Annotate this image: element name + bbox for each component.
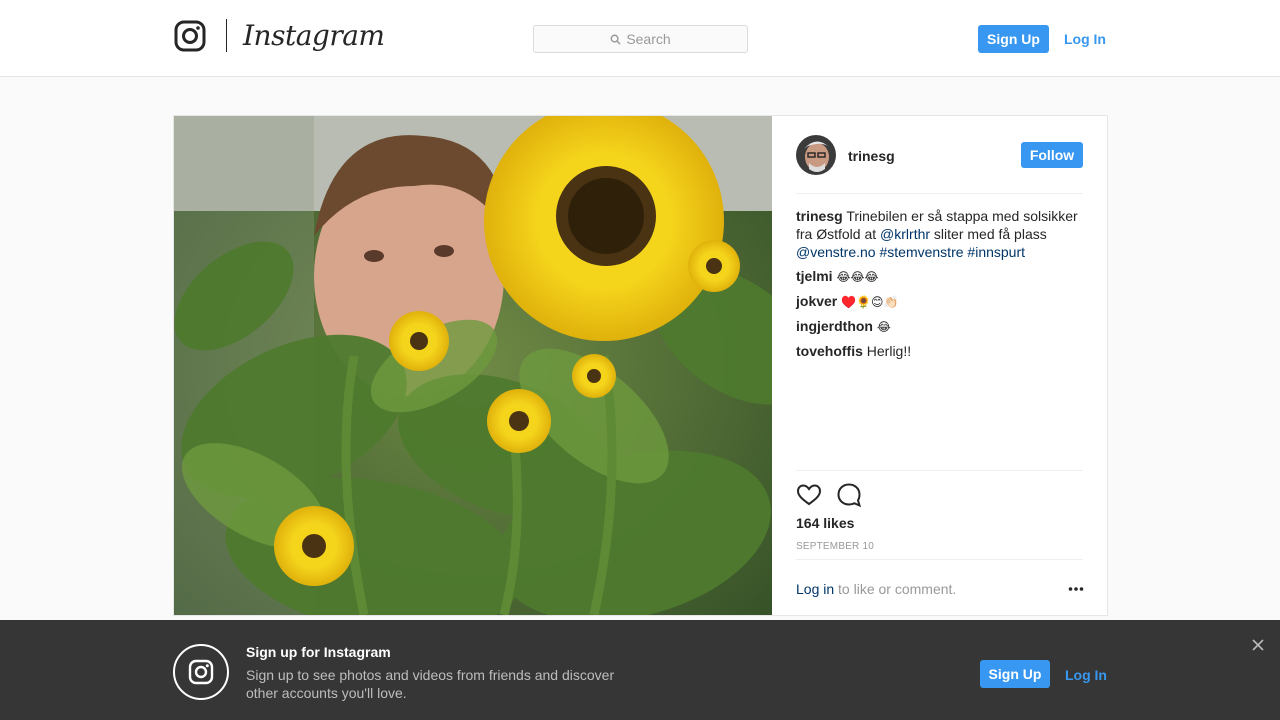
signup-banner: Sign up for Instagram Sign up to see pho…	[0, 620, 1280, 720]
banner-signup-button[interactable]: Sign Up	[980, 660, 1050, 688]
sunflowers-photo-image	[174, 116, 772, 615]
hashtag-link[interactable]: #innspurt	[967, 244, 1025, 260]
brand-divider	[226, 19, 227, 52]
list-item: jokver ♥️🌻😊👏🏻	[796, 292, 1083, 311]
comment-icon[interactable]	[836, 482, 862, 508]
login-link[interactable]: Log in	[796, 581, 834, 597]
comment-text: Herlig!!	[866, 343, 912, 359]
avatar[interactable]	[796, 135, 836, 175]
login-prompt: Log in to like or comment.	[796, 581, 956, 597]
brand[interactable]: Instagram	[174, 19, 385, 52]
banner-logo	[173, 644, 229, 700]
search-placeholder: Search	[626, 31, 671, 47]
comment-username[interactable]: jokver	[796, 293, 837, 309]
post-sidebar: trinesg Follow trinesg Trinebilen er så …	[796, 116, 1084, 615]
caption-text-2: sliter med få plass	[933, 226, 1047, 242]
close-icon[interactable]	[1252, 639, 1264, 651]
caption: trinesg Trinebilen er så stappa med sols…	[796, 207, 1083, 261]
header-signup-button[interactable]: Sign Up	[978, 25, 1049, 53]
list-item: tovehoffis Herlig!!	[796, 342, 1083, 360]
header-login-link[interactable]: Log In	[1064, 31, 1106, 47]
post-actions	[796, 482, 876, 508]
comment-text: 😂😂😂	[836, 270, 879, 284]
follow-button[interactable]: Follow	[1021, 142, 1083, 168]
caption-username[interactable]: trinesg	[796, 208, 843, 224]
search-icon	[610, 34, 621, 45]
divider	[796, 193, 1083, 194]
post-photo[interactable]	[174, 116, 772, 615]
comments-list: trinesg Trinebilen er så stappa med sols…	[796, 207, 1083, 366]
instagram-glyph-icon	[188, 659, 214, 685]
mention-link[interactable]: @venstre.no	[796, 244, 876, 260]
list-item: ingjerdthon 😂	[796, 317, 1083, 336]
login-prompt-text: to like or comment.	[838, 581, 957, 597]
divider	[796, 559, 1083, 560]
comment-text: 😂	[876, 320, 891, 334]
post-author-header: trinesg Follow	[796, 135, 1083, 175]
more-options-icon[interactable]	[1068, 586, 1084, 592]
comment-username[interactable]: ingjerdthon	[796, 318, 873, 334]
instagram-wordmark: Instagram	[243, 19, 385, 52]
banner-title: Sign up for Instagram	[246, 644, 391, 660]
comment-text: ♥️🌻😊👏🏻	[841, 295, 899, 309]
top-navigation-bar: Instagram Search Sign Up Log In	[0, 0, 1280, 77]
hashtag-link[interactable]: #stemvenstre	[879, 244, 963, 260]
post-date[interactable]: SEPTEMBER 10	[796, 541, 874, 552]
comment-username[interactable]: tovehoffis	[796, 343, 863, 359]
avatar-image	[796, 135, 836, 175]
heart-icon[interactable]	[796, 482, 822, 508]
list-item: tjelmi 😂😂😂	[796, 267, 1083, 286]
search-input[interactable]: Search	[533, 25, 748, 53]
banner-login-link[interactable]: Log In	[1065, 667, 1107, 683]
instagram-glyph-icon	[174, 20, 206, 51]
comment-username[interactable]: tjelmi	[796, 268, 833, 284]
banner-text: Sign up to see photos and videos from fr…	[246, 667, 615, 701]
post-card: trinesg Follow trinesg Trinebilen er så …	[173, 115, 1108, 616]
post-author-username[interactable]: trinesg	[848, 148, 895, 164]
divider	[796, 470, 1083, 471]
likes-count[interactable]: 164 likes	[796, 515, 854, 531]
mention-link[interactable]: @krlrthr	[880, 226, 930, 242]
